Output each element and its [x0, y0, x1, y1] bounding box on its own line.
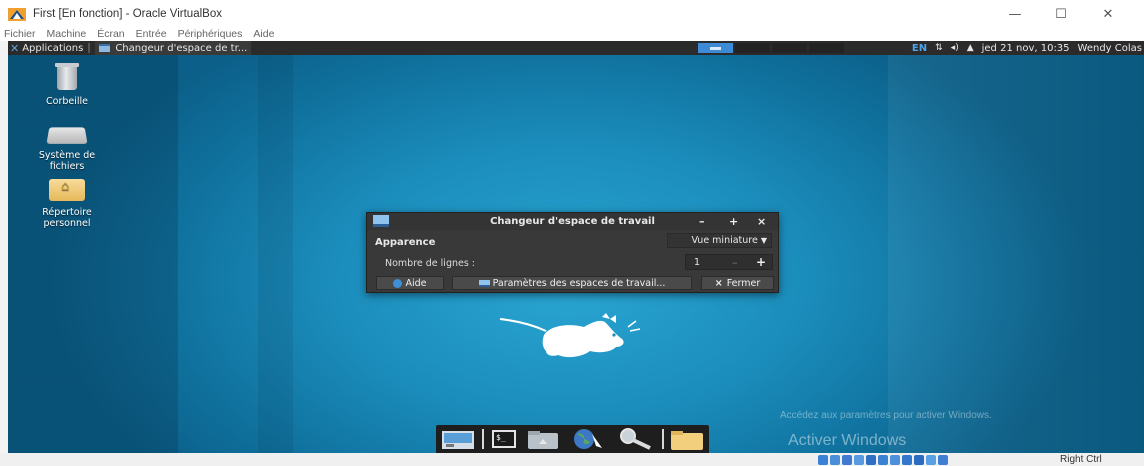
- rows-spinbox[interactable]: 1 – +: [685, 254, 773, 270]
- taskbar-button-label: Changeur d'espace de tr...: [115, 42, 248, 54]
- caret-down-icon: ▼: [760, 236, 767, 245]
- window-icon: [99, 44, 111, 52]
- usb-status-icon[interactable]: [866, 454, 876, 465]
- dialog-close-button[interactable]: ×: [757, 215, 766, 228]
- xfce-mouse-logo: [498, 313, 648, 363]
- desktop-icon-label: Système de fichiers: [38, 150, 96, 172]
- rows-value[interactable]: 1: [694, 257, 700, 268]
- terminal-icon[interactable]: $_: [492, 428, 516, 450]
- display-status-icon[interactable]: [890, 454, 900, 465]
- workspace-3[interactable]: [772, 43, 807, 53]
- appearance-section-label: Apparence: [375, 237, 436, 248]
- taskbar-button-workspace-switcher[interactable]: Changeur d'espace de tr...: [95, 41, 252, 55]
- hard-drive-icon: [46, 127, 88, 144]
- workspace-settings-button[interactable]: Paramètres des espaces de travail...: [452, 276, 692, 290]
- workspace-switcher-dialog: Changeur d'espace de travail – + × Appar…: [366, 212, 779, 293]
- dialog-minimize-button[interactable]: –: [699, 215, 705, 228]
- panel-separator: [88, 43, 91, 53]
- optical-drive-status-icon[interactable]: [830, 454, 840, 465]
- window-title: First [En fonction] - Oracle VirtualBox: [33, 8, 222, 20]
- home-folder-icon: [49, 179, 85, 201]
- dock-separator: [662, 429, 664, 449]
- shared-folders-status-icon[interactable]: [878, 454, 888, 465]
- dialog-titlebar[interactable]: Changeur d'espace de travail – + ×: [367, 213, 778, 230]
- host-key-arrow-icon[interactable]: [938, 454, 948, 465]
- bottom-dock: $_: [436, 425, 709, 453]
- vbox-status-bar: Right Ctrl: [0, 453, 1144, 466]
- workspace-2[interactable]: [735, 43, 770, 53]
- file-manager-icon[interactable]: [526, 428, 560, 450]
- host-key-label: Right Ctrl: [1060, 454, 1102, 465]
- view-mode-value: Vue miniature: [691, 235, 758, 246]
- virtualbox-window: First [En fonction] - Oracle VirtualBox …: [0, 0, 1144, 466]
- desktop-stripe: [888, 41, 1144, 453]
- audio-status-icon[interactable]: [842, 454, 852, 465]
- xfce-logo-icon: ✕: [10, 41, 20, 55]
- dialog-title: Changeur d'espace de travail: [490, 216, 655, 227]
- status-indicators: [818, 453, 950, 466]
- svg-text:$_: $_: [496, 433, 506, 442]
- close-dialog-button[interactable]: × Fermer: [701, 276, 774, 290]
- menu-aide[interactable]: Aide: [253, 28, 274, 41]
- applications-menu[interactable]: ✕ Applications: [8, 41, 83, 55]
- mouse-integration-status-icon[interactable]: [926, 454, 936, 465]
- xfce-top-panel: ✕ Applications Changeur d'espace de tr..…: [8, 41, 1144, 55]
- maximize-button[interactable]: ☐: [1046, 4, 1076, 24]
- help-icon: [393, 278, 403, 288]
- network-status-icon[interactable]: [854, 454, 864, 465]
- help-button-label: Aide: [405, 277, 427, 289]
- volume-icon[interactable]: ◂): [951, 43, 959, 53]
- recording-status-icon[interactable]: [902, 454, 912, 465]
- vbox-menubar: Fichier Machine Écran Entrée Périphériqu…: [0, 28, 1144, 41]
- search-icon[interactable]: [616, 428, 656, 450]
- workspace-window-thumb: [710, 46, 721, 50]
- trash-icon: [55, 63, 79, 90]
- keyboard-layout-indicator[interactable]: EN: [912, 43, 927, 54]
- help-button[interactable]: Aide: [376, 276, 444, 290]
- activation-watermark-subtitle: Accédez aux paramètres pour activer Wind…: [780, 410, 992, 421]
- notification-bell-icon[interactable]: ▲: [967, 43, 974, 53]
- folder-icon[interactable]: [670, 428, 704, 450]
- user-name[interactable]: Wendy Colas: [1078, 43, 1142, 54]
- rows-decrement-button[interactable]: –: [732, 256, 738, 269]
- workspace-settings-icon: [478, 279, 490, 287]
- system-tray: EN ⇅ ◂) ▲ jed 21 nov, 10:35 Wendy Colas: [912, 41, 1142, 55]
- desktop-icon-label: Répertoire personnel: [42, 207, 92, 229]
- rows-increment-button[interactable]: +: [756, 255, 766, 269]
- close-icon: ×: [714, 277, 723, 289]
- menu-entree[interactable]: Entrée: [136, 28, 167, 41]
- desktop-icon-trash[interactable]: Corbeille: [27, 63, 107, 107]
- applications-label: Applications: [22, 42, 84, 54]
- activation-watermark-title: Activer Windows: [788, 432, 907, 449]
- workspace-1[interactable]: [698, 43, 733, 53]
- view-mode-select[interactable]: Vue miniature ▼: [667, 233, 772, 248]
- vbox-titlebar: First [En fonction] - Oracle VirtualBox …: [0, 0, 1144, 28]
- dock-separator: [482, 429, 484, 449]
- workspace-4[interactable]: [809, 43, 844, 53]
- minimize-button[interactable]: —: [1000, 4, 1030, 24]
- clock[interactable]: jed 21 nov, 10:35: [982, 43, 1070, 54]
- dialog-maximize-button[interactable]: +: [729, 215, 738, 228]
- menu-peripheriques[interactable]: Périphériques: [178, 28, 243, 41]
- desktop-icon-filesystem[interactable]: Système de fichiers: [27, 126, 107, 172]
- rows-label: Nombre de lignes :: [385, 258, 476, 269]
- network-icon[interactable]: ⇅: [935, 43, 943, 53]
- menu-fichier[interactable]: Fichier: [4, 28, 36, 41]
- menu-ecran[interactable]: Écran: [97, 28, 124, 41]
- virtualbox-logo-icon: [8, 6, 26, 22]
- desktop-icon-label: Corbeille: [46, 96, 88, 107]
- workspace-settings-label: Paramètres des espaces de travail...: [492, 277, 666, 289]
- cpu-status-icon[interactable]: [914, 454, 924, 465]
- guest-screen[interactable]: ✕ Applications Changeur d'espace de tr..…: [8, 41, 1144, 453]
- close-button-label: Fermer: [726, 277, 761, 289]
- web-browser-icon[interactable]: [566, 428, 606, 450]
- close-button[interactable]: ✕: [1093, 4, 1123, 24]
- menu-machine[interactable]: Machine: [47, 28, 87, 41]
- hard-disk-status-icon[interactable]: [818, 454, 828, 465]
- show-desktop-icon[interactable]: [442, 428, 474, 450]
- desktop-icon-home[interactable]: Répertoire personnel: [27, 179, 107, 229]
